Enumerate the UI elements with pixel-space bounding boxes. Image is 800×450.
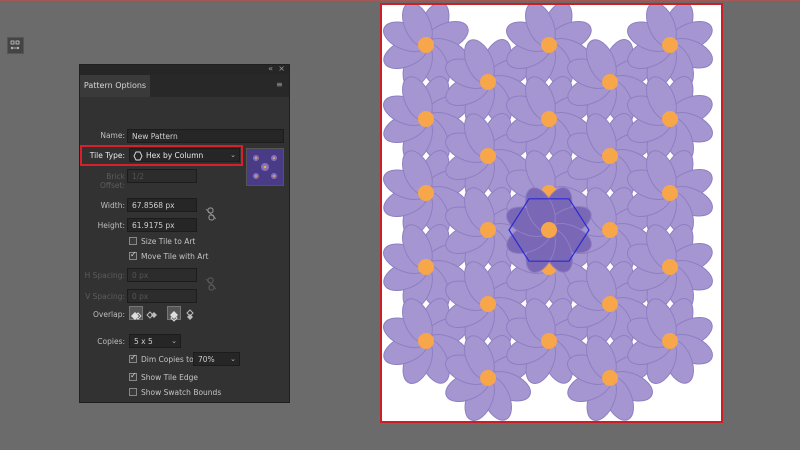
dim-copies-checkbox[interactable] xyxy=(129,353,137,363)
flower-center xyxy=(480,74,496,90)
flower-center xyxy=(602,222,618,238)
link-spacing-icon xyxy=(205,277,217,291)
close-panel-icon[interactable]: × xyxy=(278,64,285,73)
overlap-bottom-in-front-button[interactable] xyxy=(184,306,198,320)
flower-center xyxy=(480,370,496,386)
v-spacing-label: V Spacing: xyxy=(85,292,125,301)
flower-center xyxy=(418,185,434,201)
dim-copies-value: 70% xyxy=(198,355,215,364)
panel-tab-bar: Pattern Options ≡ xyxy=(80,75,289,97)
v-spacing-field: 0 px xyxy=(127,289,197,303)
show-tile-edge-label: Show Tile Edge xyxy=(141,373,199,382)
collapse-panel-icon[interactable]: « xyxy=(268,64,273,73)
chevron-down-icon: ⌄ xyxy=(230,355,236,363)
overlap-label: Overlap: xyxy=(92,310,125,319)
brick-offset-dropdown: 1/2 xyxy=(127,169,197,183)
copies-dropdown[interactable]: 5 x 5 ⌄ xyxy=(129,334,181,348)
flower-center xyxy=(662,37,678,53)
copies-label: Copies: xyxy=(97,337,125,346)
show-swatch-bounds-label: Show Swatch Bounds xyxy=(141,388,222,397)
width-label: Width: xyxy=(100,201,125,210)
flower-center xyxy=(480,148,496,164)
flower-center xyxy=(541,333,557,349)
flower-center xyxy=(418,37,434,53)
h-spacing-field: 0 px xyxy=(127,268,197,282)
flower-center xyxy=(602,370,618,386)
overlap-top-in-front-button[interactable] xyxy=(167,306,181,322)
overlap-bottom-icon xyxy=(186,309,194,320)
panel-title-strip: « × xyxy=(80,64,289,75)
flower-center xyxy=(418,333,434,349)
copies-value: 5 x 5 xyxy=(134,337,153,346)
move-tile-with-art-label: Move Tile with Art xyxy=(141,252,209,261)
pattern-preview-swatch xyxy=(246,148,284,186)
name-label: Name: xyxy=(100,131,125,140)
overlap-right-icon xyxy=(146,311,157,319)
flower-center xyxy=(418,259,434,275)
dim-copies-dropdown[interactable]: 70% ⌄ xyxy=(193,352,240,366)
height-field[interactable]: 61.9175 px xyxy=(127,218,197,232)
flower-center xyxy=(541,37,557,53)
pattern-tile-tool-button[interactable] xyxy=(7,37,24,54)
height-label: Height: xyxy=(97,221,125,230)
flower-center xyxy=(541,111,557,127)
brick-offset-label: Brick Offset: xyxy=(99,172,125,190)
overlap-left-in-front-button[interactable] xyxy=(129,306,143,320)
show-tile-edge-checkbox[interactable] xyxy=(129,371,137,381)
h-spacing-label: H Spacing: xyxy=(84,271,125,280)
flower-center xyxy=(602,148,618,164)
width-field[interactable]: 67.8568 px xyxy=(127,198,197,212)
tile-type-highlight-box xyxy=(80,145,243,166)
overlap-left-icon xyxy=(131,312,142,320)
dim-copies-label: Dim Copies to: xyxy=(141,355,197,364)
flower-center xyxy=(480,222,496,238)
overlap-top-icon xyxy=(170,311,178,322)
tab-pattern-options[interactable]: Pattern Options xyxy=(80,75,150,97)
flower-center xyxy=(662,333,678,349)
chevron-down-icon: ⌄ xyxy=(171,337,177,345)
flower-center xyxy=(480,296,496,312)
flower-center xyxy=(662,259,678,275)
show-swatch-bounds-checkbox[interactable] xyxy=(129,388,137,396)
flower-pattern-artwork xyxy=(383,5,713,421)
artboard-canvas[interactable] xyxy=(380,3,723,423)
pattern-tile-tool-icon xyxy=(10,40,20,50)
panel-menu-icon[interactable]: ≡ xyxy=(276,81,284,89)
flower-center xyxy=(602,74,618,90)
size-tile-to-art-label: Size Tile to Art xyxy=(141,237,196,246)
pattern-options-panel: « × Pattern Options ≡ xyxy=(79,64,290,403)
move-tile-with-art-checkbox[interactable] xyxy=(129,250,137,260)
link-proportions-icon[interactable] xyxy=(205,207,217,221)
flower-center xyxy=(418,111,434,127)
size-tile-to-art-checkbox[interactable] xyxy=(129,237,137,245)
overlap-right-in-front-button[interactable] xyxy=(146,306,160,320)
window-top-edge xyxy=(0,0,800,1)
name-field[interactable]: New Pattern xyxy=(127,129,284,143)
flower-center xyxy=(541,222,557,238)
flower-center xyxy=(602,296,618,312)
flower-center xyxy=(662,111,678,127)
flower-center xyxy=(662,185,678,201)
